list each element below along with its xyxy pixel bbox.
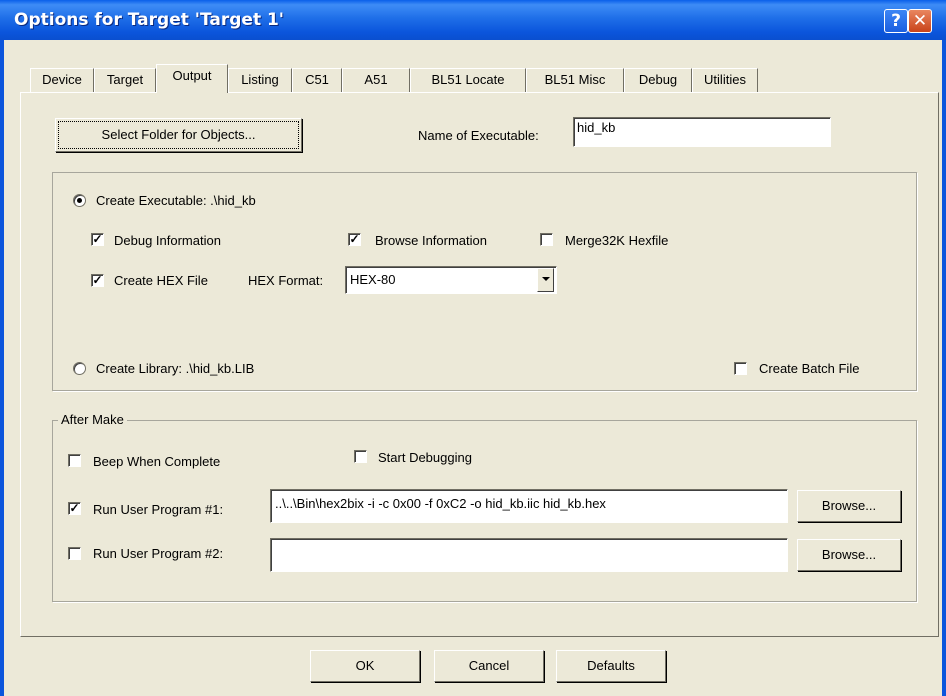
beep-when-complete-label: Beep When Complete (93, 454, 221, 469)
debug-information-label: Debug Information (114, 233, 221, 248)
tab-bl51-locate[interactable]: BL51 Locate (410, 68, 526, 92)
window-border-right (942, 40, 946, 696)
run-user-program-1-label: Run User Program #1: (93, 502, 224, 517)
tab-output[interactable]: Output (156, 64, 228, 93)
hex-format-label: HEX Format: (248, 273, 324, 288)
defaults-button[interactable]: Defaults (556, 650, 666, 682)
tab-debug[interactable]: Debug (624, 68, 692, 92)
create-hex-file-label: Create HEX File (114, 273, 208, 288)
tab-c51[interactable]: C51 (292, 68, 342, 92)
radio-selected-dot (77, 198, 82, 203)
run-user-program-1-checkbox[interactable]: ✓ (68, 502, 81, 515)
tab-device[interactable]: Device (30, 68, 94, 92)
create-batch-file-checkbox[interactable] (734, 362, 747, 375)
after-make-legend: After Make (58, 412, 127, 427)
tab-target[interactable]: Target (94, 68, 156, 92)
start-debugging-label: Start Debugging (378, 450, 472, 465)
create-library-label: Create Library: .\hid_kb.LIB (96, 361, 255, 376)
name-of-executable-label: Name of Executable: (418, 128, 539, 143)
merge32k-hexfile-label: Merge32K Hexfile (565, 233, 669, 248)
hex-format-value: HEX-80 (350, 272, 396, 287)
browse-information-checkbox[interactable]: ✓ (348, 233, 361, 246)
run-user-program-1-input[interactable]: ..\..\Bin\hex2bix -i -c 0x00 -f 0xC2 -o … (270, 489, 788, 523)
create-library-radio[interactable] (73, 362, 86, 375)
create-executable-label: Create Executable: .\hid_kb (96, 193, 256, 208)
start-debugging-checkbox[interactable] (354, 450, 367, 463)
hex-format-dropdown-button[interactable] (537, 268, 554, 292)
chevron-down-icon (542, 277, 550, 281)
browse-program-2-button[interactable]: Browse... (797, 539, 901, 571)
create-hex-file-checkbox[interactable]: ✓ (91, 274, 104, 287)
merge32k-hexfile-checkbox[interactable] (540, 233, 553, 246)
run-user-program-2-input[interactable] (270, 538, 788, 572)
create-executable-radio[interactable] (73, 194, 86, 207)
run-user-program-2-checkbox[interactable] (68, 547, 81, 560)
options-dialog: Options for Target 'Target 1' ? ✕ Device… (0, 0, 946, 696)
tab-a51[interactable]: A51 (342, 68, 410, 92)
debug-information-checkbox[interactable]: ✓ (91, 233, 104, 246)
ok-button[interactable]: OK (310, 650, 420, 682)
tab-bl51-misc[interactable]: BL51 Misc (526, 68, 624, 92)
name-of-executable-input[interactable]: hid_kb (573, 117, 831, 147)
tab-listing[interactable]: Listing (228, 68, 292, 92)
window-border-left (0, 40, 4, 696)
cancel-button[interactable]: Cancel (434, 650, 544, 682)
beep-when-complete-checkbox[interactable] (68, 454, 81, 467)
create-batch-file-label: Create Batch File (759, 361, 860, 376)
title-bar: Options for Target 'Target 1' ? ✕ (0, 0, 946, 40)
browse-program-1-button[interactable]: Browse... (797, 490, 901, 522)
hex-format-select[interactable]: HEX-80 (345, 266, 557, 294)
tab-utilities[interactable]: Utilities (692, 68, 758, 92)
select-folder-button[interactable]: Select Folder for Objects... (55, 118, 302, 152)
dialog-title: Options for Target 'Target 1' (14, 10, 285, 30)
browse-information-label: Browse Information (375, 233, 487, 248)
help-button[interactable]: ? (884, 9, 908, 33)
run-user-program-2-label: Run User Program #2: (93, 546, 224, 561)
close-button[interactable]: ✕ (908, 9, 932, 33)
